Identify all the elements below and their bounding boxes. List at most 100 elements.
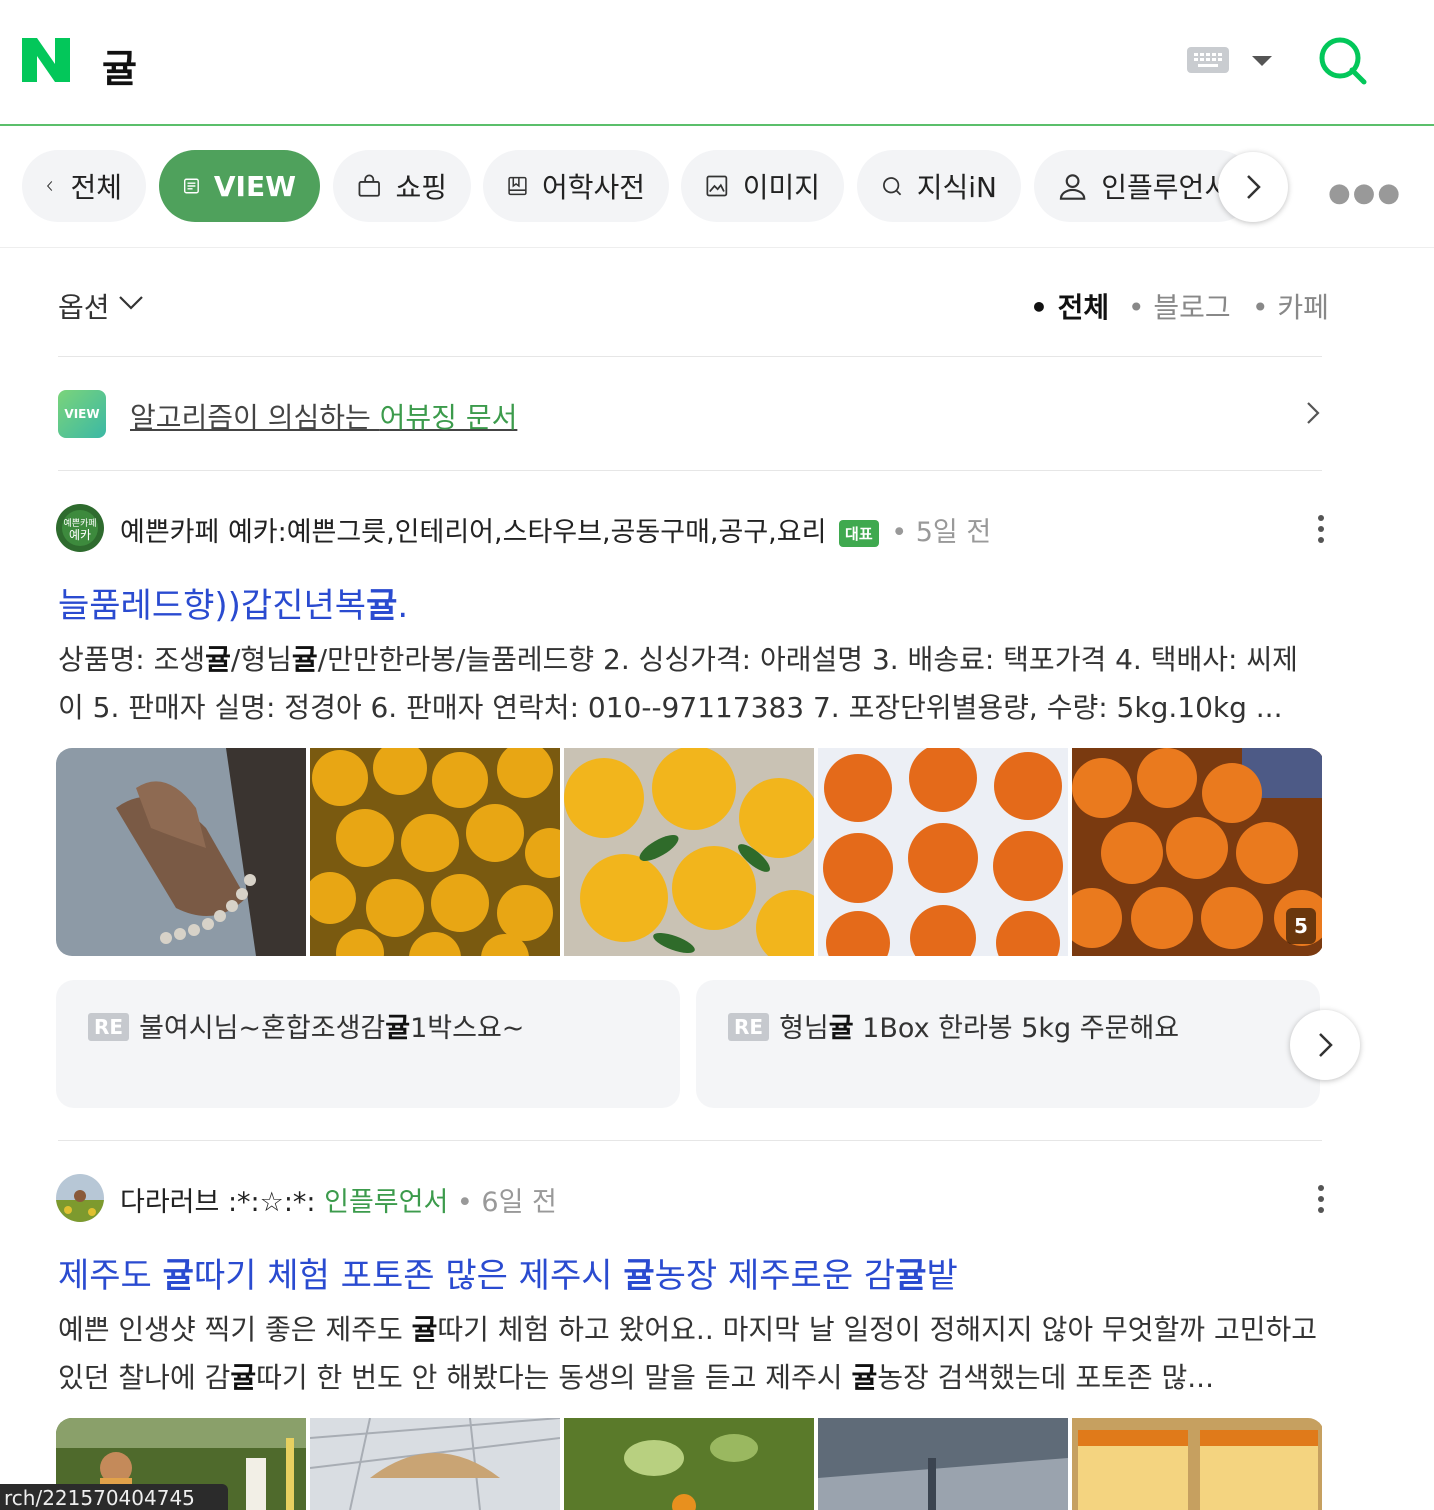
more-vertical-icon[interactable] — [1316, 514, 1326, 544]
replies-next-button[interactable] — [1290, 1010, 1360, 1080]
snippet-highlight: 귤 — [230, 1361, 257, 1394]
post-time: • 5일 전 — [891, 517, 992, 548]
reply-item[interactable]: RE 불여시님~혼합조생감귤1박스요~ — [56, 980, 680, 1108]
re-tag: RE — [728, 1013, 770, 1041]
rep-badge: 대표 — [839, 520, 879, 547]
title-part: 늘품레드향))갑진년복 — [58, 586, 367, 626]
post-thumbnails — [56, 1418, 1324, 1510]
title-part: 따기 체험 포토존 많은 제주시 — [193, 1256, 624, 1296]
document-icon — [183, 178, 199, 194]
reply-item[interactable]: RE 형님귤 1Box 한라봉 5kg 주문해요 — [696, 980, 1320, 1108]
title-highlight: 귤 — [623, 1256, 655, 1296]
snippet-highlight: 귤 — [411, 1313, 438, 1346]
snippet-highlight: 귤 — [205, 643, 231, 676]
tab-label: VIEW — [213, 169, 296, 203]
notice-link-text: 어뷰징 문서 — [379, 401, 518, 434]
tab-view[interactable]: VIEW — [159, 150, 320, 222]
chevron-down-icon[interactable] — [118, 294, 144, 312]
notice-text: 알고리즘이 의심하는 — [130, 401, 380, 434]
view-badge-icon: VIEW — [58, 390, 106, 438]
thumbnail-price-board-photo[interactable] — [1072, 1418, 1322, 1510]
author-avatar[interactable]: 예쁜카페 예카 — [56, 504, 104, 552]
keyboard-icon[interactable] — [1187, 47, 1229, 73]
influencer-label[interactable]: 인플루언서 — [324, 1187, 448, 1218]
naver-logo[interactable] — [22, 38, 70, 82]
snippet-part: 상품명: 조생 — [58, 643, 206, 676]
chevron-left-icon — [46, 181, 53, 191]
tabs-next-button[interactable] — [1218, 152, 1288, 222]
post-title-link[interactable]: 늘품레드향))갑진년복귤. — [58, 578, 408, 627]
snippet-highlight: 귤 — [291, 643, 318, 676]
tab-images[interactable]: 이미지 — [681, 150, 844, 222]
more-icon[interactable]: ●●● — [1328, 178, 1402, 208]
more-vertical-icon[interactable] — [1316, 1184, 1326, 1214]
reply-text: 불여시님~혼합조생감 — [139, 1013, 386, 1044]
options-toggle[interactable]: 옵션 — [58, 286, 110, 326]
divider — [58, 470, 1322, 471]
re-tag: RE — [88, 1013, 130, 1041]
thumbnail-hallabong-photo[interactable] — [564, 748, 814, 956]
chevron-right-icon — [1247, 175, 1261, 199]
thumbnail-greenhouse-tunnel-photo[interactable] — [818, 1418, 1068, 1510]
post-title-link[interactable]: 제주도 귤따기 체험 포토존 많은 제주시 귤농장 제주로운 감귤밭 — [58, 1248, 958, 1297]
person-icon — [1059, 174, 1086, 200]
q-search-icon — [883, 177, 902, 196]
snippet-part: 농장 검색했는데 포토존 많... — [877, 1361, 1214, 1394]
reply-text: 1박스요~ — [410, 1013, 525, 1044]
tab-label: 쇼핑 — [395, 171, 447, 204]
reply-highlight: 귤 — [385, 1013, 411, 1044]
post-snippet[interactable]: 예쁜 인생샷 찍기 좋은 제주도 귤따기 체험 하고 왔어요.. 마지막 날 일… — [58, 1306, 1322, 1402]
title-highlight: 귤 — [162, 1256, 194, 1296]
filter-all[interactable]: • 전체 — [1030, 286, 1109, 326]
status-bar-url: rch/221570404745 — [0, 1484, 228, 1510]
thumbnail-hands-photo[interactable] — [56, 748, 306, 956]
chevron-right-icon[interactable] — [1302, 400, 1324, 426]
title-part: 제주도 — [58, 1256, 163, 1296]
abusing-notice-link[interactable]: 알고리즘이 의심하는 어뷰징 문서 — [130, 396, 517, 436]
image-icon — [706, 175, 728, 197]
chevron-right-icon — [1319, 1033, 1333, 1057]
title-highlight: 귤 — [366, 586, 398, 626]
search-icon[interactable] — [1318, 36, 1368, 86]
tab-kin[interactable]: 지식iN — [857, 150, 1021, 222]
reply-text: 형님 — [779, 1013, 829, 1044]
tab-shopping[interactable]: 쇼핑 — [333, 150, 471, 222]
title-part: . — [397, 586, 409, 626]
image-count-badge: 5 — [1286, 908, 1316, 944]
reply-text: 1Box 한라봉 5kg 주문해요 — [853, 1013, 1180, 1044]
search-query[interactable]: 귤 — [102, 38, 137, 93]
post-time: • 6일 전 — [448, 1187, 557, 1218]
tab-label: 이미지 — [742, 171, 820, 204]
title-highlight: 귤 — [895, 1256, 927, 1296]
search-header: 귤 — [0, 0, 1434, 126]
filter-blog[interactable]: • 블로그 — [1128, 286, 1231, 326]
snippet-highlight: 귤 — [851, 1361, 878, 1394]
thumbnail-oranges-photo[interactable] — [1072, 748, 1322, 956]
tab-dictionary[interactable]: 어학사전 — [483, 150, 669, 222]
tab-all[interactable]: 전체 — [22, 150, 146, 222]
title-part: 밭 — [926, 1256, 958, 1296]
thumbnail-boxed-tangerines-photo[interactable] — [818, 748, 1068, 956]
post-author[interactable]: 예쁜카페 예카:예쁜그릇,인테리어,스타우브,공동구매,공구,요리 대표 • 5… — [120, 510, 991, 549]
author-avatar[interactable] — [56, 1174, 104, 1222]
thumbnail-greenhouse-photo[interactable] — [310, 1418, 560, 1510]
book-icon — [508, 176, 527, 196]
tab-label: 어학사전 — [541, 171, 645, 204]
author-name: 다라러브 :*:☆:*: — [120, 1187, 325, 1218]
svg-text:예카: 예카 — [69, 528, 91, 542]
divider — [58, 1140, 1322, 1141]
search-tabs: 전체 VIEW 쇼핑 어학사전 이미지 지식iN 인플루언서 ●●● — [0, 128, 1434, 248]
post-snippet[interactable]: 상품명: 조생귤/형님귤/만만한라봉/늘품레드향 2. 싱싱가격: 아래설명 3… — [58, 636, 1322, 732]
author-name: 예쁜카페 예카:예쁜그릇,인테리어,스타우브,공동구매,공구,요리 — [120, 517, 827, 548]
filter-cafe[interactable]: • 카페 — [1252, 286, 1329, 326]
keyboard-dropdown-icon[interactable] — [1252, 56, 1272, 66]
post-author[interactable]: 다라러브 :*:☆:*: 인플루언서 • 6일 전 — [120, 1180, 557, 1219]
thumbnail-tangerines-photo[interactable] — [310, 748, 560, 956]
tab-label: 지식iN — [916, 171, 997, 204]
snippet-part: 따기 한 번도 안 해봤다는 동생의 말을 듣고 제주시 — [256, 1361, 852, 1394]
thumbnail-tangerine-tree-photo[interactable] — [564, 1418, 814, 1510]
post-thumbnails — [56, 748, 1324, 956]
title-part: 농장 제주로운 감 — [654, 1256, 896, 1296]
tab-label: 인플루언서 — [1101, 171, 1230, 204]
shopping-bag-icon — [358, 174, 380, 197]
